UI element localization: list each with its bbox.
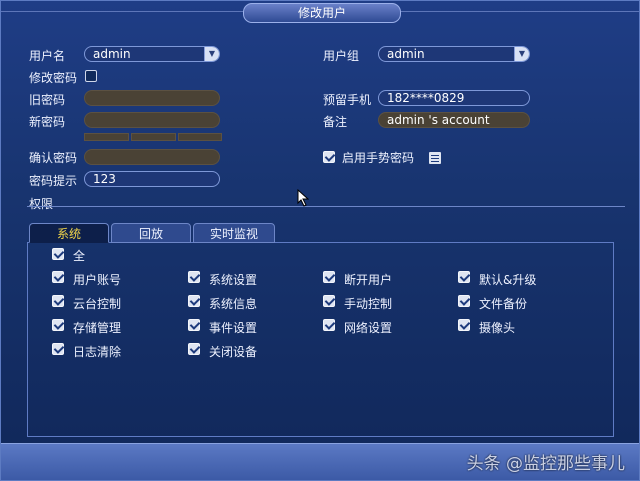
chevron-down-icon: ▼ <box>514 47 529 61</box>
note-value: admin 's account <box>387 113 490 127</box>
permission-checkbox[interactable] <box>52 343 64 355</box>
strength-bar-weak <box>84 133 129 141</box>
password-hint-value: 123 <box>93 172 116 186</box>
permission-all-checkbox[interactable] <box>52 248 64 260</box>
permission-label: 文件备份 <box>479 297 528 311</box>
permission-checkbox[interactable] <box>52 295 64 307</box>
gesture-password-checkbox[interactable] <box>323 151 335 163</box>
phone-label: 预留手机 <box>323 93 372 107</box>
new-password-label: 新密码 <box>29 115 66 129</box>
strength-bar-medium <box>131 133 176 141</box>
note-label: 备注 <box>323 115 348 129</box>
phone-input[interactable]: 182****0829 <box>378 90 530 106</box>
permission-checkbox[interactable] <box>188 319 200 331</box>
permission-label: 手动控制 <box>344 297 393 311</box>
old-password-label: 旧密码 <box>29 93 66 107</box>
permission-checkbox[interactable] <box>323 271 335 283</box>
password-hint-label: 密码提示 <box>29 174 78 188</box>
user-group-label: 用户组 <box>323 49 360 63</box>
change-password-checkbox[interactable] <box>85 70 97 82</box>
permission-checkbox[interactable] <box>188 295 200 307</box>
phone-value: 182****0829 <box>387 91 465 105</box>
permission-checkbox[interactable] <box>188 343 200 355</box>
mouse-cursor-icon <box>297 189 309 207</box>
username-label: 用户名 <box>29 49 66 63</box>
permissions-label: 权限 <box>29 197 54 211</box>
permission-label: 存储管理 <box>73 321 122 335</box>
new-password-input[interactable] <box>84 112 220 128</box>
user-group-value: admin <box>387 47 425 61</box>
permission-label: 默认&升级 <box>479 273 537 287</box>
user-group-select[interactable]: admin ▼ <box>378 46 530 62</box>
old-password-input[interactable] <box>84 90 220 106</box>
confirm-password-input[interactable] <box>84 149 220 165</box>
permission-checkbox[interactable] <box>458 295 470 307</box>
permission-label: 网络设置 <box>344 321 393 335</box>
username-select[interactable]: admin ▼ <box>84 46 220 62</box>
tab-system[interactable]: 系统 <box>29 223 109 243</box>
permission-checkbox[interactable] <box>188 271 200 283</box>
permission-label: 日志清除 <box>73 345 122 359</box>
permission-checkbox[interactable] <box>458 271 470 283</box>
permission-label: 事件设置 <box>209 321 258 335</box>
permission-label: 摄像头 <box>479 321 516 335</box>
note-input[interactable]: admin 's account <box>378 112 530 128</box>
dialog-title: 修改用户 <box>243 3 401 23</box>
confirm-password-label: 确认密码 <box>29 151 78 165</box>
permission-checkbox[interactable] <box>52 319 64 331</box>
gesture-password-label: 启用手势密码 <box>342 151 415 165</box>
change-password-label: 修改密码 <box>29 71 78 85</box>
strength-bar-strong <box>178 133 222 141</box>
permissions-divider <box>27 206 625 207</box>
username-value: admin <box>93 47 131 61</box>
tab-playback[interactable]: 回放 <box>111 223 191 243</box>
permission-checkbox[interactable] <box>323 295 335 307</box>
permission-checkbox[interactable] <box>458 319 470 331</box>
edit-user-dialog: 修改用户 用户名 admin ▼ 修改密码 旧密码 新密码 确认密码 密码提示 … <box>0 0 640 481</box>
permission-checkbox[interactable] <box>323 319 335 331</box>
permission-label: 云台控制 <box>73 297 122 311</box>
permission-label: 关闭设备 <box>209 345 258 359</box>
permission-label: 用户账号 <box>73 273 122 287</box>
gesture-settings-icon[interactable] <box>429 152 441 164</box>
permission-checkbox[interactable] <box>52 271 64 283</box>
permission-label: 系统设置 <box>209 273 258 287</box>
tab-live-monitor[interactable]: 实时监视 <box>193 223 275 243</box>
permission-label: 系统信息 <box>209 297 258 311</box>
watermark: 头条 @监控那些事儿 <box>466 454 625 474</box>
permission-label: 断开用户 <box>344 273 393 287</box>
password-hint-input[interactable]: 123 <box>84 171 220 187</box>
permission-all-label: 全 <box>73 249 86 263</box>
chevron-down-icon: ▼ <box>204 47 219 61</box>
